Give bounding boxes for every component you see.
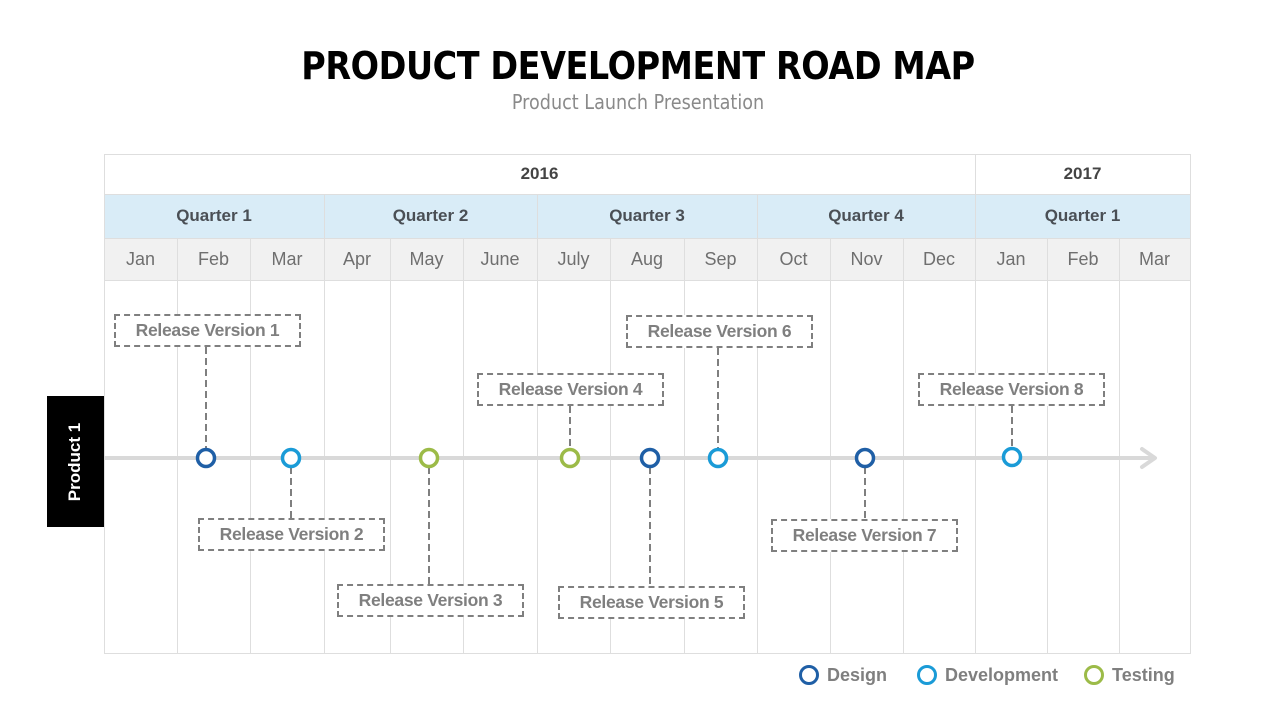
design-milestone-marker[interactable] (639, 447, 661, 469)
release-callout: Release Version 8 (918, 373, 1105, 406)
legend-label: Development (945, 664, 1059, 685)
legend-item-testing: Testing (1084, 665, 1175, 686)
release-callout: Release Version 7 (771, 519, 958, 552)
design-milestone-marker[interactable] (854, 447, 876, 469)
development-milestone-marker[interactable] (707, 447, 729, 469)
legend-label: Design (827, 664, 888, 685)
testing-ring-icon (1084, 665, 1105, 685)
release-callout: Release Version 6 (626, 315, 813, 348)
design-ring-icon (799, 665, 819, 685)
release-callout: Release Version 3 (337, 584, 524, 617)
development-milestone-marker[interactable] (1001, 446, 1023, 468)
legend-label: Testing (1112, 664, 1175, 685)
legend: Design Development Testing (799, 662, 1195, 688)
legend-item-development: Development (917, 665, 1058, 686)
development-milestone-marker[interactable] (280, 447, 302, 469)
development-ring-icon (917, 665, 938, 685)
release-callout: Release Version 1 (114, 314, 301, 347)
design-milestone-marker[interactable] (195, 447, 217, 469)
release-callout: Release Version 4 (477, 373, 664, 406)
testing-milestone-marker[interactable] (559, 447, 581, 469)
testing-milestone-marker[interactable] (418, 447, 440, 469)
legend-item-design: Design (799, 665, 887, 686)
release-callout: Release Version 2 (198, 518, 385, 551)
release-callout: Release Version 5 (558, 586, 745, 619)
